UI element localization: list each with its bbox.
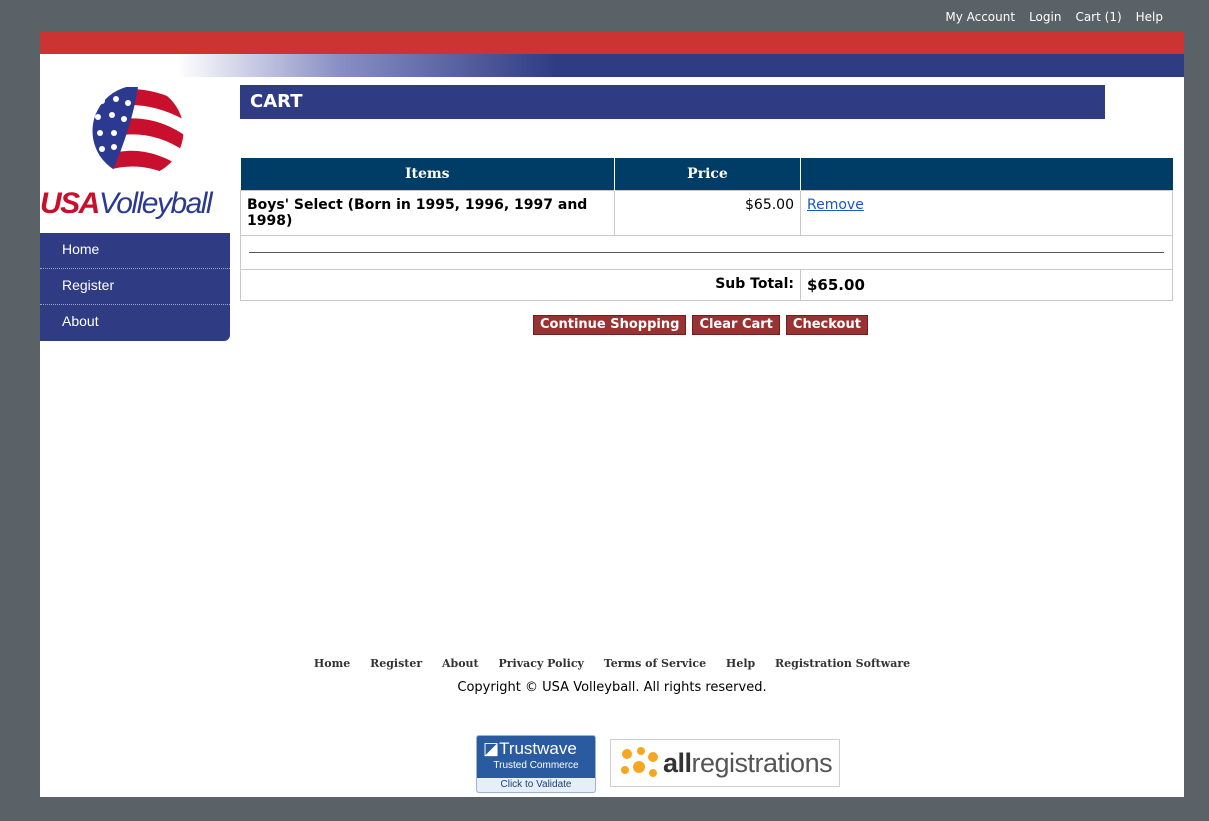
clear-cart-button[interactable]: Clear Cart	[692, 315, 780, 335]
allregistrations-badge[interactable]: allregistrations	[610, 739, 840, 787]
side-nav-about[interactable]: About	[40, 305, 230, 341]
footer-privacy-policy[interactable]: Privacy Policy	[498, 657, 583, 670]
side-nav-home[interactable]: Home	[40, 233, 230, 269]
trustwave-title: ◪Trustwave	[483, 739, 577, 758]
cart-actions: Continue Shopping Clear Cart Checkout	[533, 315, 868, 335]
side-nav: Home Register About	[40, 233, 230, 341]
cart-table: Items Price Boys' Select (Born in 1995, …	[240, 158, 1173, 301]
header-blue-bar	[40, 54, 1184, 77]
volleyball-flag-icon	[91, 84, 185, 178]
footer-terms-of-service[interactable]: Terms of Service	[604, 657, 706, 670]
continue-shopping-button[interactable]: Continue Shopping	[533, 315, 687, 335]
login-link[interactable]: Login	[1029, 10, 1061, 24]
header-actions	[800, 158, 1173, 190]
checkout-button[interactable]: Checkout	[785, 315, 868, 335]
page-title: CART	[240, 85, 1105, 119]
copyright: Copyright © USA Volleyball. All rights r…	[457, 680, 767, 695]
separator-row	[240, 234, 1173, 270]
top-nav: My Account Login Cart (1) Help	[945, 10, 1163, 24]
footer-help[interactable]: Help	[726, 657, 755, 670]
header-items: Items	[240, 158, 615, 190]
header-price: Price	[614, 158, 801, 190]
cart-header-row: Items Price	[240, 158, 1173, 190]
subtotal-label: Sub Total:	[240, 268, 801, 301]
usa-volleyball-logo[interactable]: USAVolleyball	[40, 77, 230, 220]
header-red-bar	[40, 31, 1184, 54]
trustwave-flag-icon: ◪	[483, 739, 500, 758]
subtotal-value: $65.00	[800, 268, 1173, 301]
subtotal-row: Sub Total: $65.00	[240, 268, 1173, 301]
page-wrapper: USAVolleyball Home Register About CART I…	[40, 31, 1184, 797]
allregistrations-text: allregistrations	[663, 747, 833, 778]
item-price: $65.00	[614, 189, 801, 236]
cart-link[interactable]: Cart (1)	[1075, 10, 1121, 24]
footer-home[interactable]: Home	[314, 657, 350, 670]
item-name: Boys' Select (Born in 1995, 1996, 1997 a…	[240, 189, 615, 236]
logo-wordmark: USAVolleyball	[40, 187, 213, 220]
side-nav-register[interactable]: Register	[40, 269, 230, 305]
trustwave-validate: Click to Validate	[477, 778, 595, 792]
remove-link[interactable]: Remove	[807, 197, 864, 213]
divider	[249, 251, 1164, 253]
help-link[interactable]: Help	[1136, 10, 1163, 24]
trustwave-subtitle: Trusted Commerce	[493, 760, 579, 771]
footer-about[interactable]: About	[442, 657, 479, 670]
my-account-link[interactable]: My Account	[945, 10, 1015, 24]
paw-dots-icon	[621, 747, 658, 777]
trustwave-badge[interactable]: ◪Trustwave Trusted Commerce Click to Val…	[476, 735, 596, 793]
footer-register[interactable]: Register	[370, 657, 422, 670]
footer-links: Home Register About Privacy Policy Terms…	[40, 657, 1184, 670]
table-row: Boys' Select (Born in 1995, 1996, 1997 a…	[240, 189, 1173, 236]
footer-registration-software[interactable]: Registration Software	[775, 657, 910, 670]
